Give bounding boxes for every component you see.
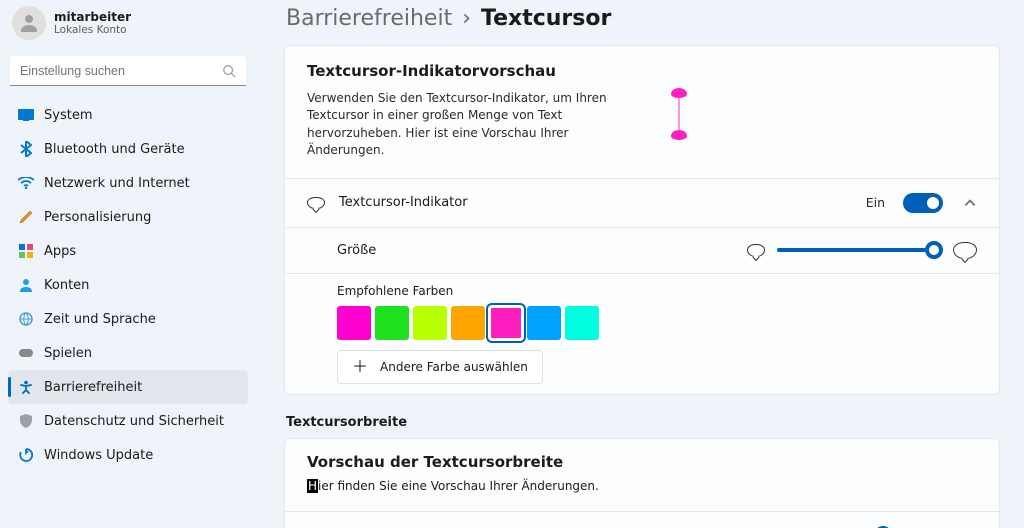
nav-label: Datenschutz und Sicherheit <box>44 414 224 429</box>
color-swatch[interactable] <box>375 306 409 340</box>
nav-time[interactable]: Zeit und Sprache <box>8 302 248 336</box>
breadcrumb: Barrierefreiheit › Textcursor <box>286 6 1000 31</box>
search-icon <box>222 64 236 78</box>
size-max-icon <box>953 242 977 259</box>
nav-network[interactable]: Netzwerk und Internet <box>8 166 248 200</box>
nav-label: Netzwerk und Internet <box>44 176 190 191</box>
color-swatch[interactable] <box>527 306 561 340</box>
chevron-up-icon[interactable] <box>963 196 977 210</box>
indicator-preview-title: Textcursor-Indikatorvorschau <box>285 46 999 86</box>
nav-update[interactable]: Windows Update <box>8 438 248 472</box>
nav-label: Windows Update <box>44 448 153 463</box>
sidebar: mitarbeiter Lokales Konto System Bluetoo… <box>0 0 260 528</box>
color-swatches <box>337 306 977 340</box>
nav-gaming[interactable]: Spielen <box>8 336 248 370</box>
nav-label: Spielen <box>44 346 92 361</box>
search-input[interactable] <box>10 56 246 86</box>
color-swatch[interactable] <box>451 306 485 340</box>
apps-icon <box>18 243 34 259</box>
nav-label: Apps <box>44 244 76 259</box>
account-type: Lokales Konto <box>54 24 131 36</box>
bluetooth-icon <box>18 141 34 157</box>
wifi-icon <box>18 175 34 191</box>
globe-icon <box>18 311 34 327</box>
brush-icon <box>18 209 34 225</box>
nav-list: System Bluetooth und Geräte Netzwerk und… <box>6 98 250 472</box>
width-panel: Vorschau der Textcursorbreite Hier finde… <box>284 438 1000 528</box>
indicator-label: Textcursor-Indikator <box>339 195 852 210</box>
accessibility-icon <box>18 379 34 395</box>
shield-icon <box>18 413 34 429</box>
search-box[interactable] <box>10 56 246 86</box>
person-icon <box>18 277 34 293</box>
page-title: Textcursor <box>481 6 611 31</box>
size-label: Größe <box>337 243 733 258</box>
nav-accounts[interactable]: Konten <box>8 268 248 302</box>
nav-system[interactable]: System <box>8 98 248 132</box>
width-row: Ab Textcursorbreite Ab Ab <box>285 512 999 528</box>
indicator-toggle[interactable] <box>903 193 943 213</box>
account-block[interactable]: mitarbeiter Lokales Konto <box>6 0 250 50</box>
other-color-label: Andere Farbe auswählen <box>380 360 528 374</box>
color-swatch[interactable] <box>489 306 523 340</box>
main-content: Barrierefreiheit › Textcursor Textcursor… <box>260 0 1024 528</box>
nav-label: Personalisierung <box>44 210 151 225</box>
size-slider[interactable] <box>777 248 941 252</box>
update-icon <box>18 447 34 463</box>
nav-label: Konten <box>44 278 89 293</box>
account-name: mitarbeiter <box>54 10 131 24</box>
nav-bluetooth[interactable]: Bluetooth und Geräte <box>8 132 248 166</box>
caret-preview <box>669 88 689 140</box>
nav-label: Barrierefreiheit <box>44 380 142 395</box>
colors-label: Empfohlene Farben <box>337 284 977 298</box>
nav-accessibility[interactable]: Barrierefreiheit <box>8 370 248 404</box>
nav-personalization[interactable]: Personalisierung <box>8 200 248 234</box>
color-swatch[interactable] <box>565 306 599 340</box>
nav-label: System <box>44 108 92 123</box>
nav-label: Bluetooth und Geräte <box>44 142 185 157</box>
avatar <box>12 6 46 40</box>
nav-label: Zeit und Sprache <box>44 312 156 327</box>
width-preview-title: Vorschau der Textcursorbreite <box>307 453 977 471</box>
nav-apps[interactable]: Apps <box>8 234 248 268</box>
width-section-title: Textcursorbreite <box>286 415 1000 430</box>
indicator-toggle-row[interactable]: Textcursor-Indikator Ein <box>285 179 999 227</box>
plus-icon: ＋ <box>352 359 368 375</box>
toggle-status: Ein <box>866 195 885 210</box>
size-min-icon <box>747 244 765 257</box>
other-color-button[interactable]: ＋ Andere Farbe auswählen <box>337 350 543 384</box>
colors-section: Empfohlene Farben ＋ Andere Farbe auswähl… <box>285 274 999 394</box>
crumb-sep: › <box>462 6 471 31</box>
system-icon <box>18 107 34 123</box>
indicator-icon <box>307 194 325 212</box>
indicator-preview-text: Verwenden Sie den Textcursor-Indikator, … <box>307 90 647 160</box>
color-swatch[interactable] <box>337 306 371 340</box>
crumb-parent[interactable]: Barrierefreiheit <box>286 6 452 31</box>
nav-privacy[interactable]: Datenschutz und Sicherheit <box>8 404 248 438</box>
gamepad-icon <box>18 345 34 361</box>
indicator-panel: Textcursor-Indikatorvorschau Verwenden S… <box>284 45 1000 395</box>
width-preview-text: Hier finden Sie eine Vorschau Ihrer Ände… <box>307 479 977 493</box>
color-swatch[interactable] <box>413 306 447 340</box>
size-row: Größe <box>285 228 999 273</box>
